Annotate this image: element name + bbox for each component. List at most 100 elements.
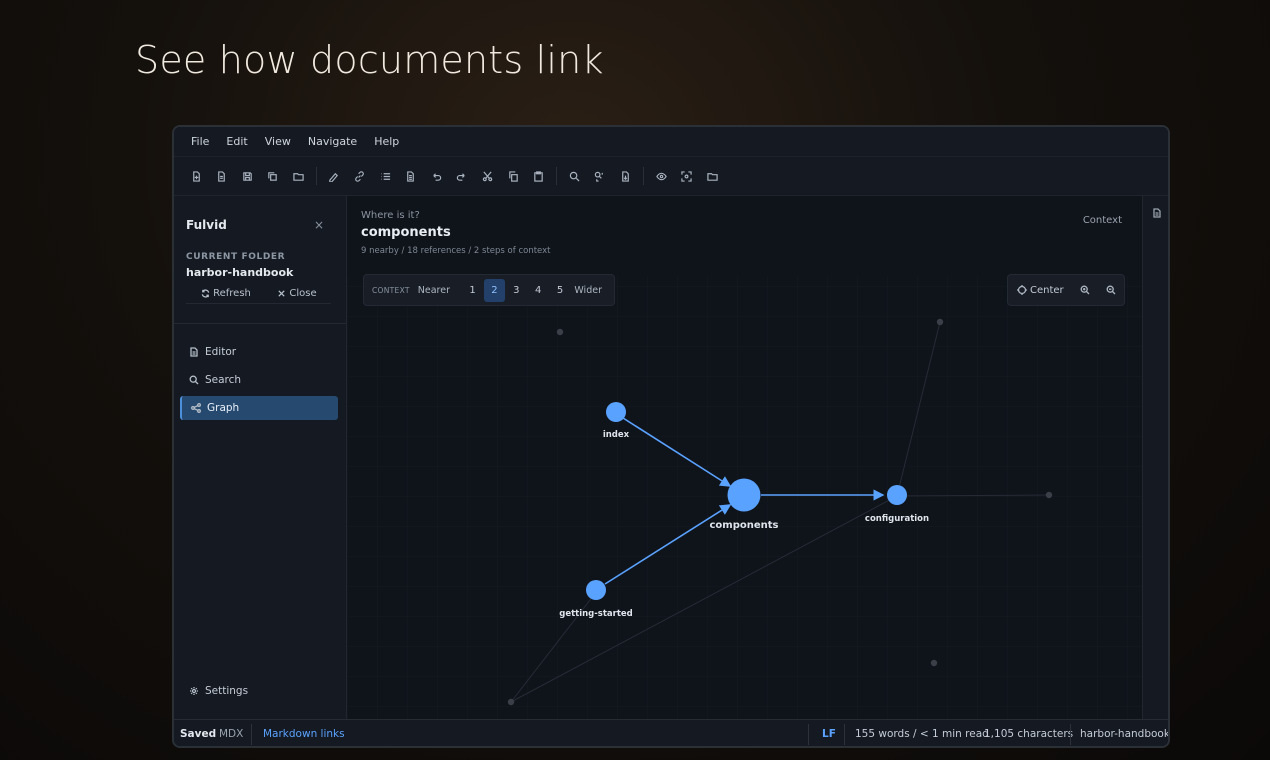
file-format[interactable]: MDX: [219, 728, 243, 740]
status-separator: [844, 724, 845, 745]
graph-node-faint[interactable]: [556, 328, 564, 336]
export-icon[interactable]: [619, 169, 633, 183]
status-separator: [251, 724, 252, 745]
copy-file-icon[interactable]: [266, 169, 280, 183]
current-folder-label: CURRENT FOLDER: [186, 252, 286, 262]
page-title: components: [361, 225, 451, 240]
status-separator: [1070, 724, 1071, 745]
menu-file[interactable]: File: [191, 135, 209, 148]
sidebar: Fulvid × CURRENT FOLDER harbor-handbook …: [174, 196, 347, 719]
sidebar-item-editor[interactable]: Editor: [180, 340, 338, 364]
preview-icon[interactable]: [654, 169, 668, 183]
headline: See how documents link: [135, 38, 604, 82]
search-icon: [189, 375, 199, 385]
search-icon[interactable]: [567, 169, 581, 183]
context-depth-control: CONTEXT Nearer 1 2 3 4 5 Wider: [363, 274, 615, 306]
graph-node-getting-started[interactable]: [586, 580, 606, 600]
graph-node-faint[interactable]: [936, 318, 944, 326]
context-level-1[interactable]: 1: [462, 279, 483, 302]
graph-node-faint[interactable]: [930, 659, 938, 667]
document-outline-icon[interactable]: [1152, 208, 1162, 218]
menu-bar: File Edit View Navigate Help: [174, 127, 1168, 157]
refresh-button[interactable]: Refresh: [186, 284, 266, 304]
center-label: Center: [1030, 284, 1064, 296]
word-count: 155 words / < 1 min read: [855, 728, 989, 740]
node-label-components: components: [710, 520, 779, 531]
node-label-getting-started: getting-started: [559, 609, 633, 619]
context-level-4[interactable]: 4: [528, 279, 549, 302]
context-level-5[interactable]: 5: [550, 279, 571, 302]
node-label-configuration: configuration: [865, 514, 929, 524]
list-icon[interactable]: [378, 169, 392, 183]
crosshair-icon: [1017, 285, 1027, 295]
status-folder: harbor-handbook: [1080, 728, 1170, 740]
graph-node-configuration[interactable]: [887, 485, 907, 505]
refresh-label: Refresh: [213, 288, 251, 299]
view-controls: Center: [1007, 274, 1125, 306]
redo-icon[interactable]: [455, 169, 469, 183]
breadcrumb: Where is it?: [361, 210, 420, 221]
wider-button[interactable]: Wider: [574, 285, 602, 296]
gear-icon: [190, 687, 198, 695]
graph-node-faint[interactable]: [1045, 491, 1053, 499]
status-bar: Saved MDX Markdown links LF 155 words / …: [174, 719, 1170, 746]
line-ending[interactable]: LF: [822, 728, 836, 740]
open-folder-icon[interactable]: [291, 169, 305, 183]
sidebar-item-graph[interactable]: Graph: [180, 396, 338, 420]
copy-icon[interactable]: [506, 169, 520, 183]
save-status: Saved: [180, 728, 217, 740]
folder-icon[interactable]: [705, 169, 719, 183]
menu-edit[interactable]: Edit: [226, 135, 247, 148]
zoom-out-icon: [1106, 285, 1116, 295]
character-count: 1,105 characters: [984, 728, 1074, 740]
save-icon[interactable]: [240, 169, 254, 183]
toolbar-separator: [556, 167, 558, 185]
sidebar-item-label: Search: [205, 374, 242, 386]
graph-node-components[interactable]: [727, 478, 761, 512]
format-icon[interactable]: [327, 169, 341, 183]
right-rail: [1142, 196, 1168, 719]
graph-node-faint[interactable]: [507, 698, 515, 706]
zoom-in-button[interactable]: [1080, 285, 1090, 295]
page-icon[interactable]: [404, 169, 418, 183]
sidebar-item-label: Graph: [207, 402, 240, 414]
zoom-out-button[interactable]: [1106, 285, 1116, 295]
center-button[interactable]: Center: [1017, 285, 1064, 296]
toolbar-separator: [315, 167, 317, 185]
status-separator: [808, 724, 809, 745]
new-file-icon[interactable]: [189, 169, 203, 183]
node-label-index: index: [603, 430, 630, 440]
menu-help[interactable]: Help: [374, 135, 399, 148]
close-sidebar-button[interactable]: ×: [314, 218, 324, 232]
link-style[interactable]: Markdown links: [263, 728, 345, 740]
sidebar-item-settings[interactable]: Settings: [180, 679, 338, 703]
menu-navigate[interactable]: Navigate: [308, 135, 357, 148]
zoom-in-icon: [1080, 285, 1090, 295]
context-toggle[interactable]: Context: [1083, 215, 1122, 226]
context-level-2[interactable]: 2: [483, 278, 505, 302]
current-folder-name: harbor-handbook: [186, 266, 294, 279]
focus-icon[interactable]: [680, 169, 694, 183]
document-icon[interactable]: [215, 169, 229, 183]
link-icon[interactable]: [353, 169, 367, 183]
toolbar-separator: [643, 167, 645, 185]
refresh-icon: [201, 289, 210, 298]
context-caption: CONTEXT: [372, 285, 410, 295]
graph-node-index[interactable]: [606, 402, 626, 422]
sidebar-item-search[interactable]: Search: [180, 368, 338, 392]
find-replace-icon[interactable]: [593, 169, 607, 183]
graph-icon: [191, 403, 201, 413]
sidebar-item-label: Settings: [205, 685, 249, 697]
context-level-3[interactable]: 3: [506, 279, 527, 302]
close-folder-button[interactable]: Close: [263, 284, 331, 304]
toolbar: [174, 157, 1168, 196]
graph-stats: 9 nearby / 18 references / 2 steps of co…: [361, 246, 551, 256]
close-icon: [278, 290, 286, 297]
menu-view[interactable]: View: [265, 135, 291, 148]
undo-icon[interactable]: [429, 169, 443, 183]
app-window: File Edit View Navigate Help Fulvid × CU…: [172, 125, 1170, 748]
cut-icon[interactable]: [481, 169, 495, 183]
paste-icon[interactable]: [532, 169, 546, 183]
sidebar-divider: [174, 323, 346, 324]
nearer-button[interactable]: Nearer: [418, 285, 450, 296]
